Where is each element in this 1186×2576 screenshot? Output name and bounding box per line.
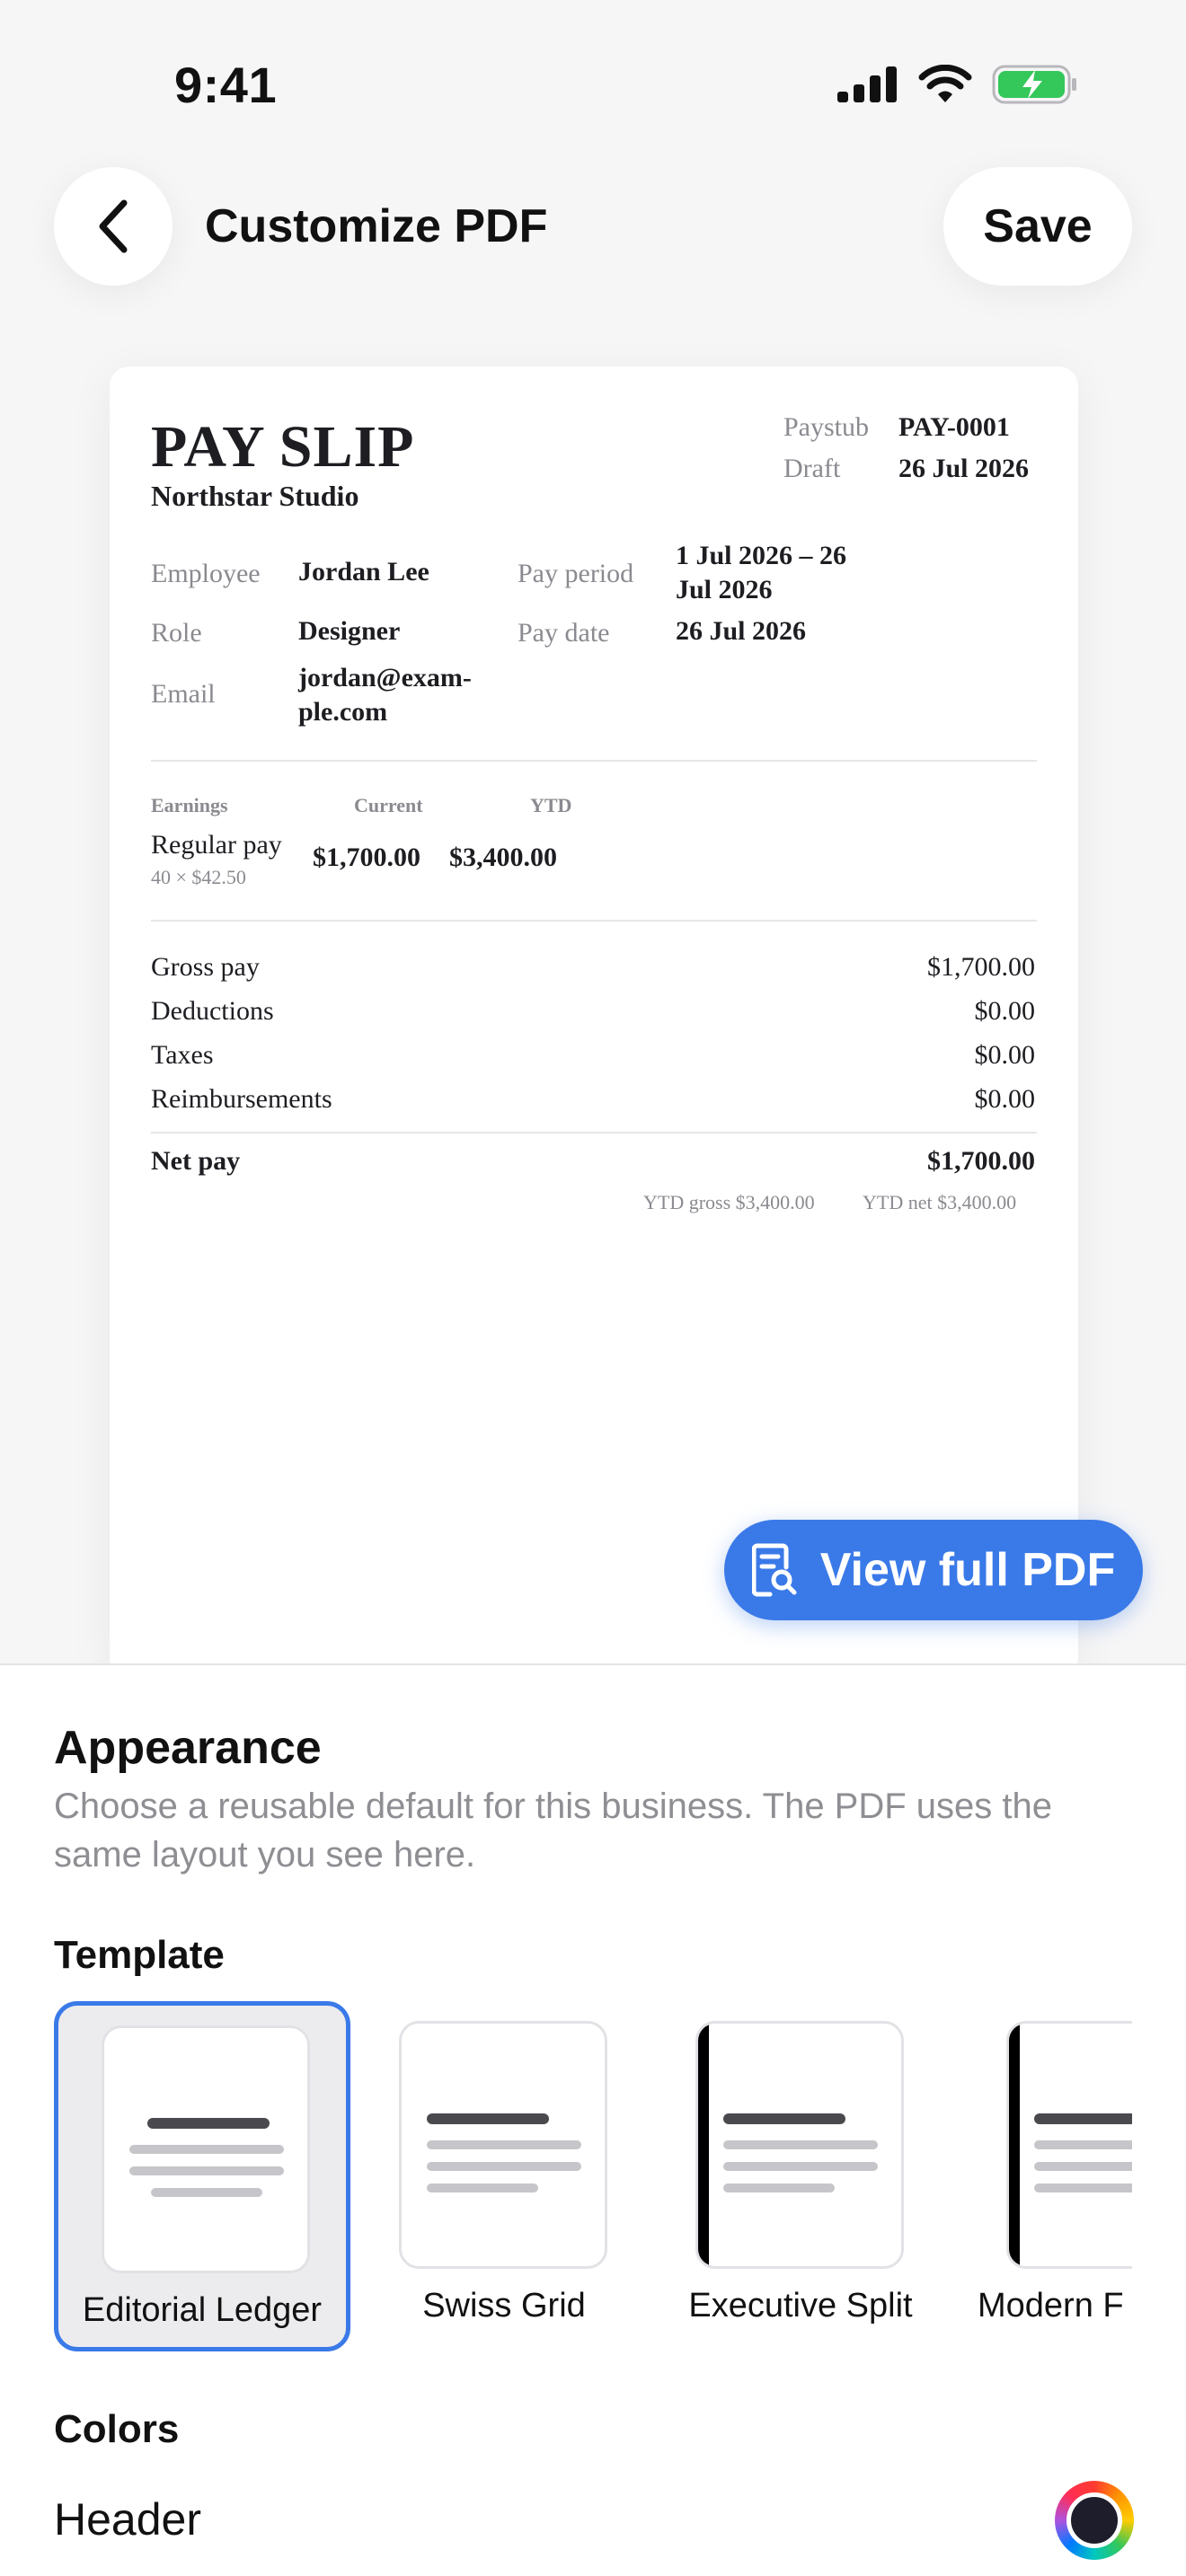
payslip-title: PAY SLIP — [151, 414, 415, 480]
template-option-editorial-ledger[interactable]: Editorial Ledger — [54, 2001, 350, 2351]
back-button[interactable] — [54, 167, 173, 286]
appearance-title: Appearance — [54, 1722, 322, 1774]
ytd-header: YTD — [530, 794, 572, 816]
template-label: Modern F — [978, 2287, 1124, 2325]
template-thumbnail — [695, 2021, 904, 2269]
colors-section-title: Colors — [54, 2407, 180, 2451]
earning-detail: 40 × $42.50 — [151, 866, 246, 888]
template-section-title: Template — [54, 1933, 225, 1977]
pay-date-label: Pay date — [518, 618, 610, 648]
status-icons — [837, 65, 1078, 104]
meta-labels: Paystub Draft — [783, 407, 869, 490]
net-pay-value: $1,700.00 — [927, 1146, 1035, 1176]
deductions-label: Deductions — [151, 996, 274, 1026]
gross-pay-value: $1,700.00 — [927, 952, 1035, 982]
template-thumbnail — [399, 2021, 607, 2269]
header-color-picker[interactable] — [1055, 2481, 1134, 2560]
earning-name: Regular pay — [151, 830, 282, 860]
wifi-icon — [918, 65, 972, 102]
pay-period-value: 1 Jul 2026 – 26 Jul 2026 — [676, 539, 846, 607]
chevron-left-icon — [99, 199, 128, 253]
taxes-value: $0.00 — [974, 1040, 1036, 1070]
template-label: Executive Split — [688, 2287, 913, 2325]
template-label: Editorial Ledger — [82, 2291, 323, 2329]
divider — [151, 920, 1037, 922]
status-time: 9:41 — [174, 57, 278, 113]
pay-period-label: Pay period — [518, 559, 634, 588]
role-value: Designer — [298, 616, 401, 646]
role-label: Role — [151, 618, 202, 648]
cellular-signal-icon — [837, 66, 897, 102]
email-value: jordan@exam- ple.com — [298, 661, 472, 729]
earnings-header: Earnings — [151, 794, 228, 816]
meta-label: Paystub — [783, 412, 870, 442]
employee-value: Jordan Lee — [298, 557, 429, 587]
pay-date-value: 26 Jul 2026 — [676, 616, 807, 646]
ytd-gross: YTD gross $3,400.00 — [643, 1191, 815, 1213]
email-line: jordan@exam- — [298, 663, 472, 693]
deductions-value: $0.00 — [974, 996, 1036, 1026]
meta-value: PAY-0001 — [898, 412, 1010, 442]
meta-values: PAY-0001 26 Jul 2026 — [898, 407, 1029, 490]
template-carousel[interactable]: Editorial Ledger Swiss Grid Executive Sp… — [54, 2001, 1132, 2357]
gross-pay-label: Gross pay — [151, 952, 260, 982]
divider — [151, 760, 1037, 762]
battery-charging-icon — [992, 65, 1076, 104]
ytd-net: YTD net $3,400.00 — [863, 1191, 1017, 1213]
email-label: Email — [151, 679, 216, 709]
net-pay-label: Net pay — [151, 1146, 241, 1176]
pay-period-line: Jul 2026 — [676, 575, 773, 604]
pay-period-line: 1 Jul 2026 – 26 — [676, 541, 847, 570]
meta-value: 26 Jul 2026 — [898, 454, 1030, 483]
template-option-executive-split[interactable]: Executive Split — [652, 2001, 949, 2351]
header-color-label: Header — [54, 2494, 201, 2545]
selected-color-dot — [1067, 2492, 1122, 2548]
view-full-pdf-label: View full PDF — [819, 1544, 1116, 1596]
appearance-description: Choose a reusable default for this busin… — [54, 1786, 1052, 1875]
template-option-modern[interactable]: Modern F — [963, 2001, 1132, 2351]
document-search-icon — [751, 1543, 797, 1597]
template-thumbnail — [102, 2025, 310, 2273]
divider — [151, 1132, 1037, 1134]
employee-label: Employee — [151, 559, 261, 588]
template-thumbnail — [1006, 2021, 1132, 2269]
appearance-sheet: Appearance Choose a reusable default for… — [0, 1663, 1186, 2576]
template-label: Swiss Grid — [422, 2287, 586, 2325]
current-header: Current — [354, 794, 423, 816]
meta-label: Draft — [783, 454, 841, 483]
pdf-preview: PAY SLIP Northstar Studio Paystub Draft … — [110, 366, 1078, 1678]
email-line: ple.com — [298, 697, 388, 727]
view-full-pdf-button[interactable]: View full PDF — [724, 1520, 1143, 1620]
template-option-swiss-grid[interactable]: Swiss Grid — [356, 2001, 652, 2351]
earning-current: $1,700.00 — [313, 842, 420, 872]
reimbursements-value: $0.00 — [974, 1084, 1036, 1114]
page-title: Customize PDF — [205, 200, 548, 252]
earning-ytd: $3,400.00 — [449, 842, 557, 872]
reimbursements-label: Reimbursements — [151, 1084, 332, 1114]
save-button[interactable]: Save — [943, 167, 1132, 286]
taxes-label: Taxes — [151, 1040, 214, 1070]
company-name: Northstar Studio — [151, 480, 359, 512]
